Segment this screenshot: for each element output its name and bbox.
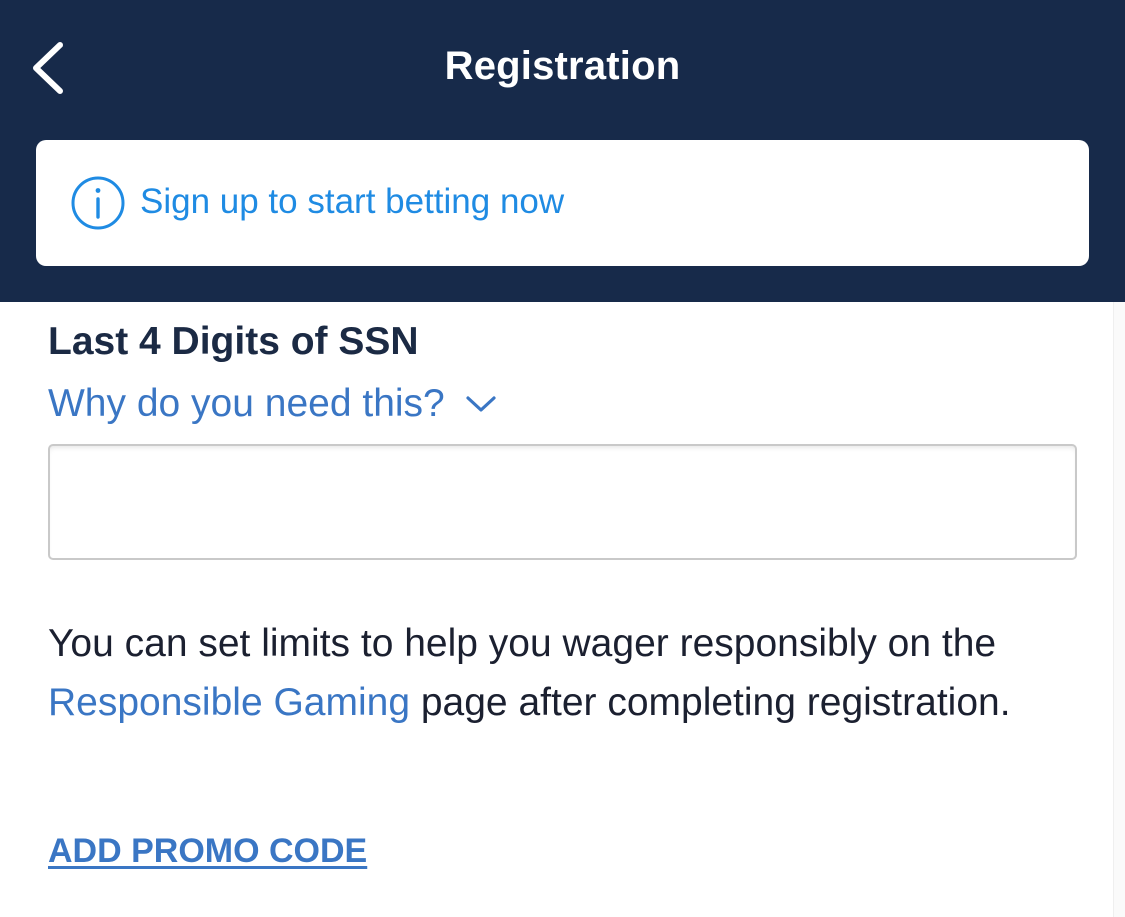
info-icon bbox=[70, 175, 126, 231]
limits-text-after: page after completing registration. bbox=[410, 681, 1011, 724]
why-need-this-toggle[interactable]: Why do you need this? bbox=[48, 382, 497, 426]
ssn-label: Last 4 Digits of SSN bbox=[48, 320, 419, 363]
limits-text-before: You can set limits to help you wager res… bbox=[48, 622, 997, 665]
page-title: Registration bbox=[444, 44, 681, 88]
add-promo-code-link[interactable]: ADD PROMO CODE bbox=[48, 832, 367, 871]
banner-text: Sign up to start betting now bbox=[140, 182, 565, 221]
app-header: Registration Sign up to start betting no… bbox=[0, 0, 1125, 302]
ssn-input[interactable] bbox=[48, 444, 1077, 560]
scroll-edge bbox=[1113, 302, 1125, 917]
chevron-down-icon bbox=[465, 393, 497, 415]
responsible-limits-text: You can set limits to help you wager res… bbox=[48, 614, 1088, 732]
info-banner: Sign up to start betting now bbox=[36, 140, 1089, 266]
responsible-gaming-link[interactable]: Responsible Gaming bbox=[48, 681, 410, 724]
why-need-this-label: Why do you need this? bbox=[48, 382, 445, 425]
